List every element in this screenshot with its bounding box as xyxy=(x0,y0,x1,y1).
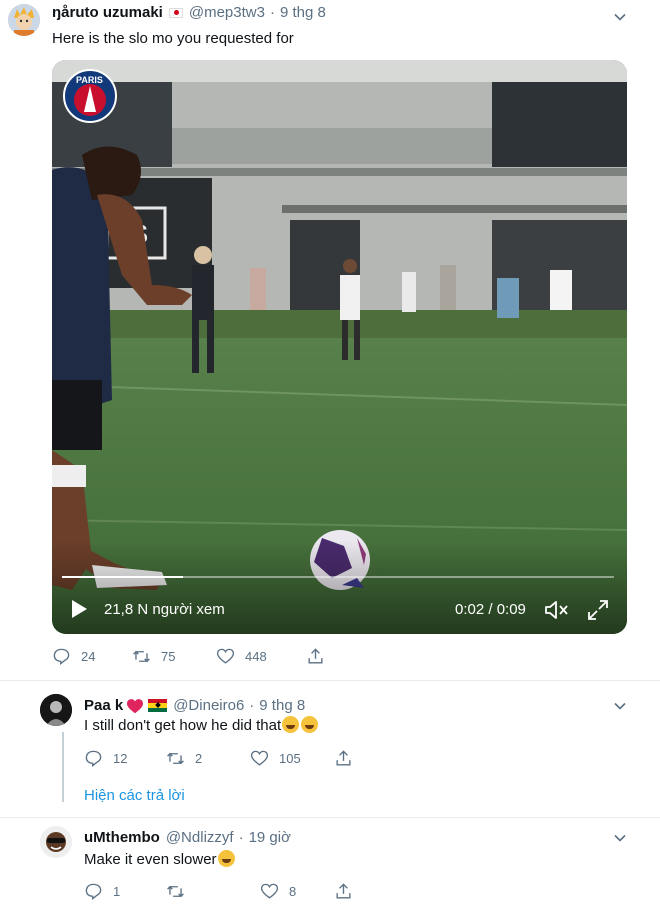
heart-icon xyxy=(250,750,269,766)
display-name[interactable]: Paa k xyxy=(84,697,123,714)
retweet-button[interactable]: 2 xyxy=(166,749,250,768)
tweet-text: I still don't get how he did that xyxy=(84,716,319,734)
reply-count: 1 xyxy=(113,884,121,899)
separator: · xyxy=(249,697,255,714)
handle[interactable]: @mep3tw3 xyxy=(189,4,265,21)
like-count: 105 xyxy=(279,751,301,766)
share-button[interactable] xyxy=(306,647,325,666)
chevron-down-icon[interactable] xyxy=(610,828,630,848)
reply-button[interactable]: 12 xyxy=(84,749,166,768)
reply-icon xyxy=(85,750,102,768)
video-player[interactable]: US xyxy=(52,60,627,634)
tweet-actions: 12 2 105 xyxy=(84,749,353,768)
like-count: 448 xyxy=(245,649,267,664)
like-button[interactable]: 105 xyxy=(250,749,334,768)
share-icon xyxy=(336,883,351,899)
timestamp[interactable]: 19 giờ xyxy=(249,829,291,846)
share-button[interactable] xyxy=(334,882,353,901)
retweet-count: 2 xyxy=(195,751,203,766)
mute-icon[interactable] xyxy=(544,599,570,621)
divider xyxy=(0,817,660,818)
ghana-flag-icon xyxy=(148,699,168,712)
handle[interactable]: @Ndlizzyf xyxy=(166,829,234,846)
display-name[interactable]: uMthembo xyxy=(84,829,160,846)
separator: · xyxy=(269,4,275,21)
retweet-button[interactable] xyxy=(166,882,260,901)
tweet-actions: 24 75 448 xyxy=(52,647,325,666)
retweet-icon xyxy=(167,752,184,765)
play-icon[interactable] xyxy=(68,598,90,620)
svg-text:PARIS: PARIS xyxy=(76,75,103,85)
red-heart-icon xyxy=(126,698,144,714)
reply-button[interactable]: 1 xyxy=(84,882,166,901)
chevron-down-icon[interactable] xyxy=(610,7,630,27)
tweet-text: Here is the slo mo you requested for xyxy=(52,30,294,47)
divider xyxy=(0,680,660,681)
video-progress-bar[interactable] xyxy=(62,576,614,578)
share-button[interactable] xyxy=(334,749,353,768)
reply-icon xyxy=(53,648,70,666)
handle[interactable]: @Dineiro6 xyxy=(173,697,244,714)
display-name[interactable]: ŋåruto uzumaki xyxy=(52,4,163,21)
video-frame: US xyxy=(52,60,627,634)
retweet-icon xyxy=(167,885,184,898)
like-button[interactable]: 448 xyxy=(216,647,306,666)
timestamp[interactable]: 9 thg 8 xyxy=(259,697,305,714)
tweet-text-content: I still don't get how he did that xyxy=(84,717,282,734)
tweet-actions: 1 8 xyxy=(84,882,353,901)
share-icon xyxy=(308,648,323,664)
share-icon xyxy=(336,750,351,766)
japan-flag-icon xyxy=(168,7,183,18)
separator: · xyxy=(238,829,244,846)
avatar[interactable] xyxy=(40,826,72,858)
fullscreen-icon[interactable] xyxy=(587,599,609,621)
avatar[interactable] xyxy=(40,694,72,726)
tweet-text: Make it even slower xyxy=(84,850,235,868)
reply-button[interactable]: 24 xyxy=(52,647,132,666)
avatar-image-icon xyxy=(40,826,72,858)
chevron-down-icon[interactable] xyxy=(610,696,630,716)
video-progress-fill xyxy=(62,576,184,578)
like-count: 8 xyxy=(289,884,297,899)
timestamp[interactable]: 9 thg 8 xyxy=(280,4,326,21)
heart-icon xyxy=(260,883,279,899)
reply-count: 24 xyxy=(81,649,96,664)
tweet-text-content: Make it even slower xyxy=(84,851,217,868)
video-time: 0:02 / 0:09 xyxy=(455,601,526,618)
grinning-emoji-icon xyxy=(217,850,235,867)
retweet-icon xyxy=(133,650,150,663)
retweet-button[interactable]: 75 xyxy=(132,647,216,666)
heart-icon xyxy=(216,648,235,664)
view-count: 21,8 N người xem xyxy=(104,601,225,618)
show-replies-link[interactable]: Hiện các trả lời xyxy=(84,787,185,804)
laughing-emoji-icon xyxy=(282,716,300,733)
like-button[interactable]: 8 xyxy=(260,882,334,901)
reply-count: 12 xyxy=(113,751,128,766)
avatar-image-icon xyxy=(8,4,40,36)
retweet-count: 75 xyxy=(161,649,176,664)
laughing-emoji-icon xyxy=(301,716,319,733)
avatar-image-icon xyxy=(40,694,72,726)
thread-line xyxy=(62,732,64,802)
avatar[interactable] xyxy=(8,4,40,36)
reply-icon xyxy=(85,883,102,901)
